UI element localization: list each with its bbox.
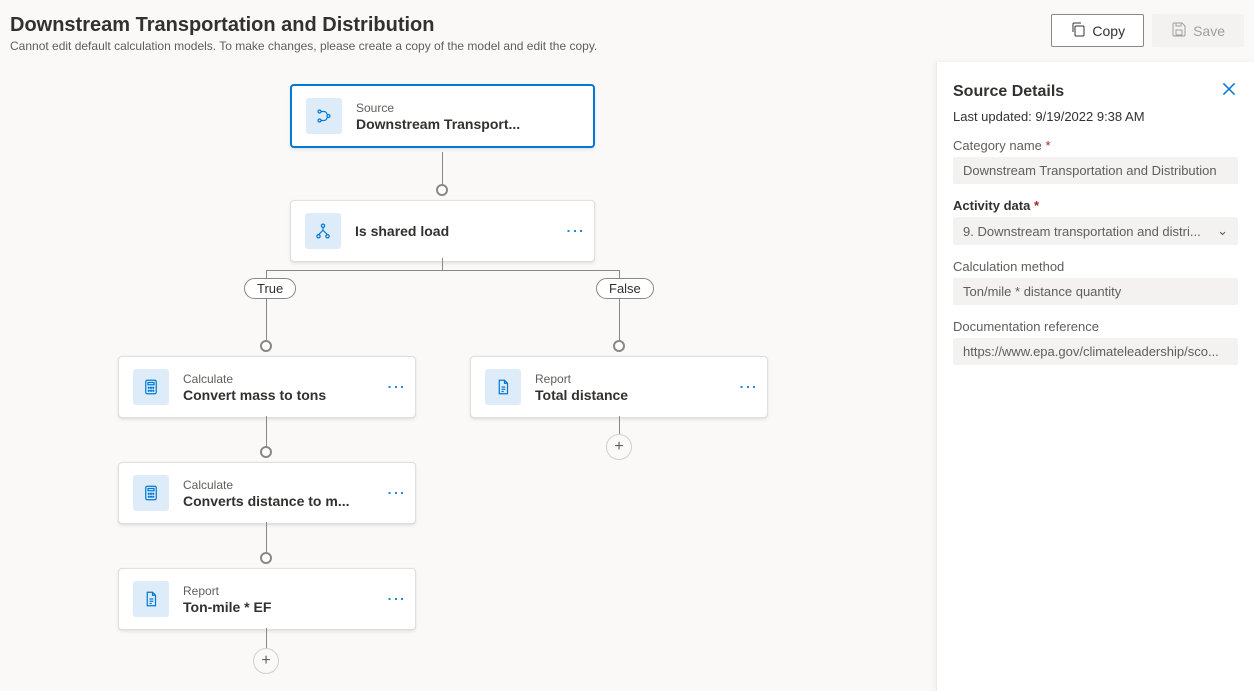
node-label: Ton-mile * EF <box>183 599 376 615</box>
method-label: Calculation method <box>953 259 1238 274</box>
node-type-label: Report <box>183 584 376 598</box>
doc-label: Documentation reference <box>953 319 1238 334</box>
branch-false-label: False <box>596 278 654 299</box>
node-calculate[interactable]: Calculate Converts distance to m... ⋮ <box>118 462 416 524</box>
copy-button[interactable]: Copy <box>1051 14 1144 47</box>
node-report[interactable]: Report Ton-mile * EF ⋮ <box>118 568 416 630</box>
connector-line <box>442 152 443 184</box>
panel-title: Source Details <box>953 83 1064 101</box>
node-menu-button[interactable]: ⋮ <box>390 480 401 506</box>
node-label: Downstream Transport... <box>356 116 579 132</box>
node-report[interactable]: Report Total distance ⋮ <box>470 356 768 418</box>
activity-label: Activity data * <box>953 198 1238 213</box>
node-type-label: Calculate <box>183 372 376 386</box>
connector-line <box>266 522 267 552</box>
node-type-label: Source <box>356 101 579 115</box>
connector-dot[interactable] <box>436 184 448 196</box>
node-label: Converts distance to m... <box>183 493 376 509</box>
save-button-label: Save <box>1193 23 1225 39</box>
copy-icon <box>1070 21 1086 40</box>
node-source[interactable]: Source Downstream Transport... <box>290 84 595 148</box>
node-label: Convert mass to tons <box>183 387 376 403</box>
last-updated-text: Last updated: 9/19/2022 9:38 AM <box>953 109 1238 124</box>
connector-line <box>619 416 620 434</box>
node-menu-button[interactable]: ⋮ <box>390 586 401 612</box>
connector-line <box>266 628 267 648</box>
condition-icon <box>305 213 341 249</box>
calculate-icon <box>133 369 169 405</box>
node-type-label: Calculate <box>183 478 376 492</box>
method-field[interactable]: Ton/mile * distance quantity <box>953 278 1238 305</box>
node-calculate[interactable]: Calculate Convert mass to tons ⋮ <box>118 356 416 418</box>
node-type-label: Report <box>535 372 728 386</box>
doc-field[interactable]: https://www.epa.gov/climateleadership/sc… <box>953 338 1238 365</box>
node-menu-button[interactable]: ⋮ <box>390 374 401 400</box>
close-button[interactable] <box>1220 80 1238 103</box>
node-menu-button[interactable]: ⋮ <box>569 218 580 244</box>
save-button: Save <box>1152 14 1244 47</box>
node-condition[interactable]: Is shared load ⋮ <box>290 200 595 262</box>
add-node-button[interactable]: + <box>253 648 279 674</box>
node-label: Is shared load <box>355 223 555 239</box>
details-panel: Source Details Last updated: 9/19/2022 9… <box>936 62 1254 691</box>
report-icon <box>485 369 521 405</box>
category-label: Category name * <box>953 138 1238 153</box>
close-icon <box>1220 80 1238 98</box>
report-icon <box>133 581 169 617</box>
chevron-down-icon: ⌄ <box>1217 223 1228 239</box>
node-label: Total distance <box>535 387 728 403</box>
connector-line <box>266 416 267 446</box>
page-title: Downstream Transportation and Distributi… <box>10 14 1051 37</box>
connector-line <box>442 258 443 270</box>
connector-dot[interactable] <box>260 340 272 352</box>
page-subtitle: Cannot edit default calculation models. … <box>10 39 1051 53</box>
connector-dot[interactable] <box>260 446 272 458</box>
activity-dropdown[interactable]: 9. Downstream transportation and distri.… <box>953 217 1238 245</box>
connector-line <box>266 270 620 271</box>
save-icon <box>1171 21 1187 40</box>
connector-dot[interactable] <box>613 340 625 352</box>
category-field[interactable]: Downstream Transportation and Distributi… <box>953 157 1238 184</box>
calculate-icon <box>133 475 169 511</box>
connector-dot[interactable] <box>260 552 272 564</box>
source-icon <box>306 98 342 134</box>
add-node-button[interactable]: + <box>606 434 632 460</box>
branch-true-label: True <box>244 278 296 299</box>
node-menu-button[interactable]: ⋮ <box>742 374 753 400</box>
copy-button-label: Copy <box>1092 23 1125 39</box>
